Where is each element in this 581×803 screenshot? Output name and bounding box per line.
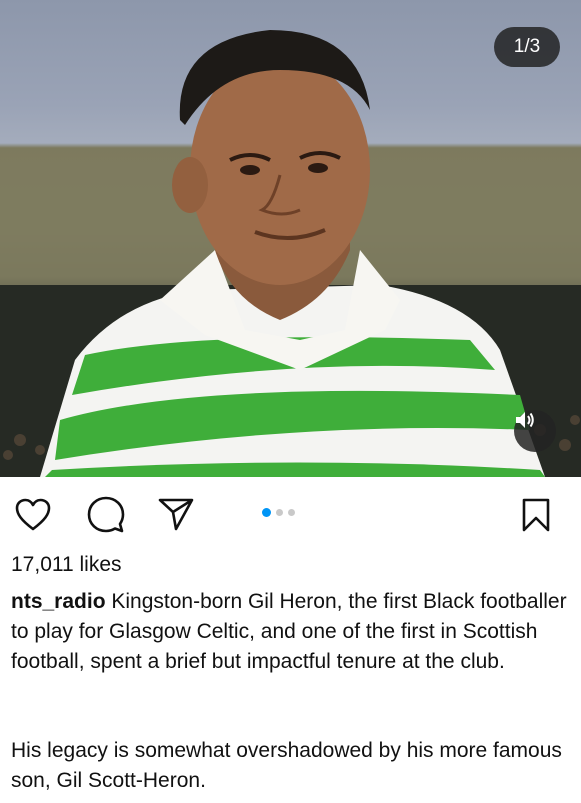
caption-text-paragraph-2: His legacy is somewhat overshadowed by h… <box>11 739 562 792</box>
post-photo[interactable]: 1/3 <box>0 0 581 477</box>
send-icon <box>158 497 194 536</box>
heart-icon <box>15 498 51 536</box>
carousel-counter-text: 1/3 <box>513 36 541 57</box>
post-caption: nts_radio Kingston-born Gil Heron, the f… <box>11 587 571 677</box>
carousel-indicator <box>262 508 295 517</box>
carousel-dot-active <box>262 508 271 517</box>
save-button[interactable] <box>521 498 551 537</box>
player-portrait-image <box>0 30 581 477</box>
sound-toggle-button[interactable] <box>514 410 556 452</box>
comment-icon <box>87 496 125 538</box>
carousel-dot <box>276 509 283 516</box>
bookmark-icon <box>522 498 550 537</box>
comment-button[interactable] <box>86 496 126 538</box>
like-button[interactable] <box>14 498 52 536</box>
post-action-bar <box>0 477 581 551</box>
caption-username[interactable]: nts_radio <box>11 590 106 613</box>
share-button[interactable] <box>158 497 194 536</box>
likes-count[interactable]: 17,011 likes <box>11 553 122 577</box>
carousel-counter-badge: 1/3 <box>494 27 560 67</box>
carousel-dot <box>288 509 295 516</box>
